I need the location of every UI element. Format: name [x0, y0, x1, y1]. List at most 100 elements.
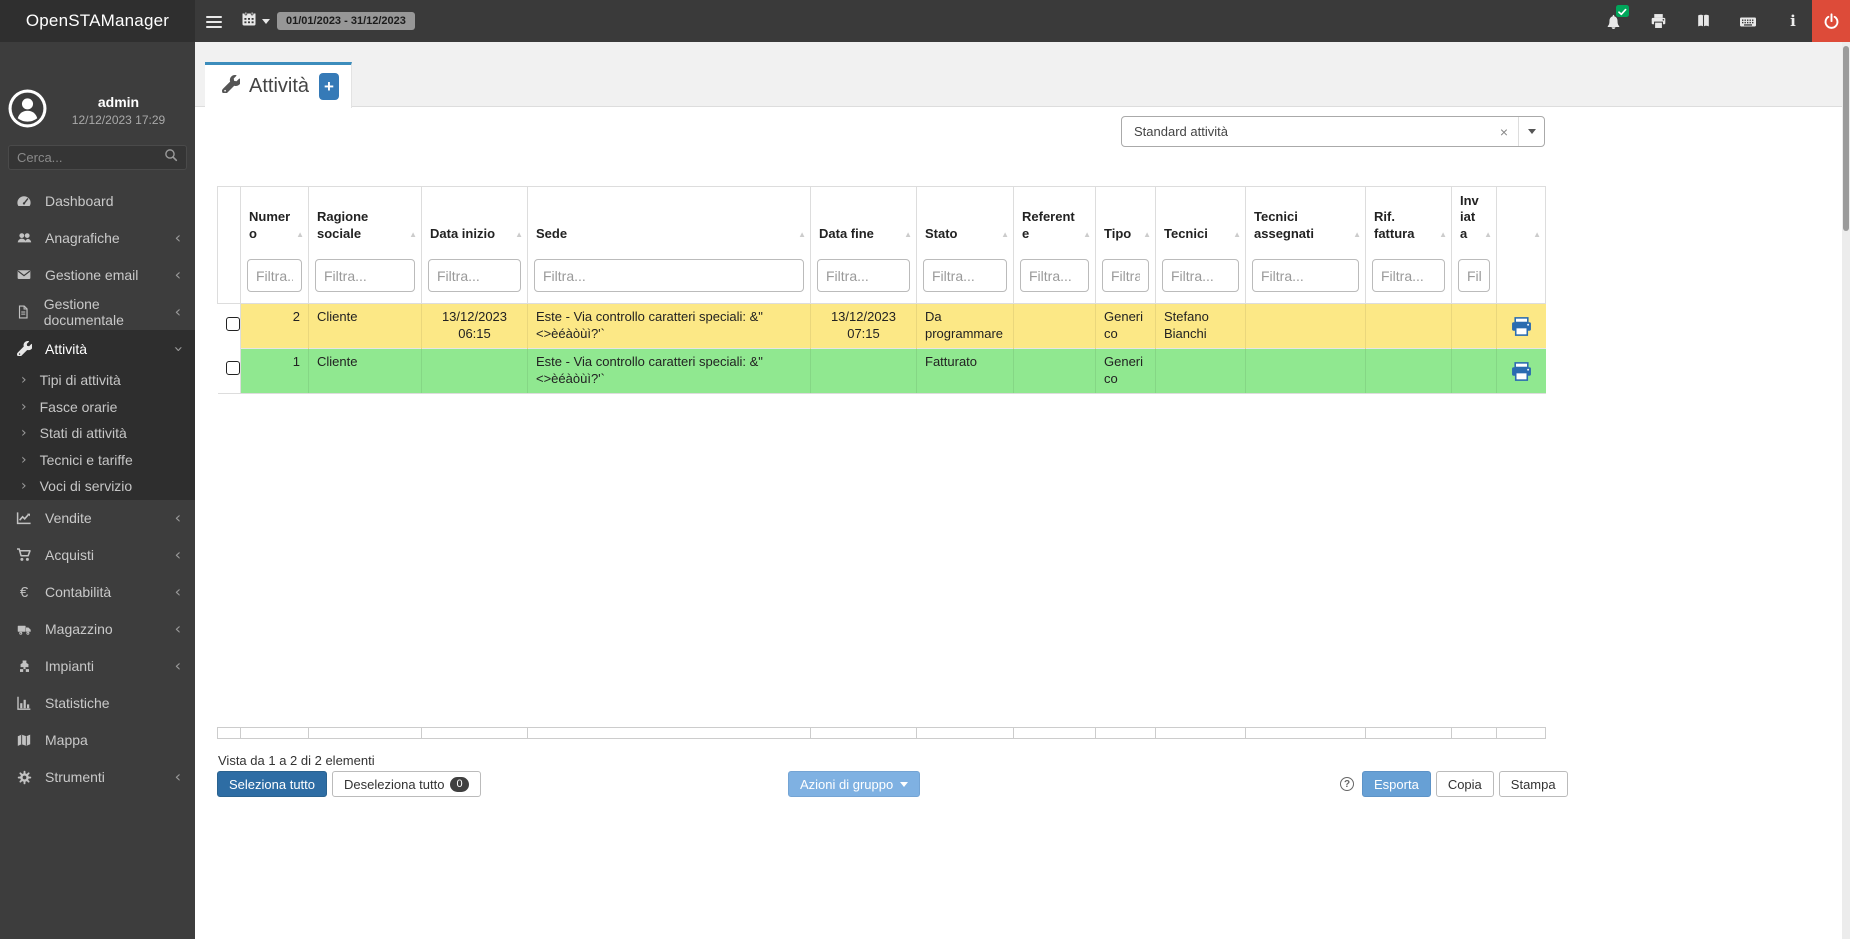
- cell-data-inizio: 13/12/2023 06:15: [421, 303, 528, 349]
- sidebar-item-tipi-di-attivita[interactable]: › Tipi di attività: [0, 367, 195, 394]
- cell-data-fine: [810, 348, 917, 394]
- column-header-data-fine[interactable]: Data fine ▲: [810, 185, 917, 248]
- column-header-stato[interactable]: Stato ▲: [916, 185, 1014, 248]
- column-header-inviata[interactable]: Inviata ▲: [1451, 185, 1497, 248]
- euro-icon: €: [19, 583, 29, 601]
- column-header-tipo[interactable]: Tipo ▲: [1095, 185, 1156, 248]
- file-icon: [14, 304, 33, 320]
- export-actions: ? Esporta Copia Stampa: [1340, 771, 1568, 797]
- documentation-book-icon[interactable]: [1694, 12, 1712, 30]
- sidebar-item-fasce-orarie[interactable]: › Fasce orarie: [0, 394, 195, 421]
- attivita-submenu: › Tipi di attività › Fasce orarie › Stati d…: [0, 367, 195, 500]
- map-icon: [14, 733, 34, 748]
- column-header-sede[interactable]: Sede ▲: [527, 185, 811, 248]
- select-column-header: [217, 185, 241, 248]
- gear-icon: [14, 770, 34, 785]
- filter-input-sede[interactable]: [534, 259, 804, 292]
- chevron-right-icon: ›: [21, 398, 27, 415]
- chevron-down-icon: ‹: [167, 345, 187, 352]
- sidebar-item-acquisti[interactable]: Acquisti ‹: [0, 537, 195, 574]
- date-range-badge[interactable]: 01/01/2023 - 31/12/2023: [277, 12, 415, 30]
- sidebar-item-dashboard[interactable]: Dashboard: [0, 182, 195, 219]
- logout-power-button[interactable]: [1812, 0, 1850, 42]
- sidebar-item-attivita[interactable]: Attività ‹: [0, 330, 195, 367]
- sidebar-item-impianti[interactable]: Impianti ‹: [0, 648, 195, 685]
- app-logo: OpenSTAManager: [0, 0, 195, 42]
- sidebar-item-magazzino[interactable]: Magazzino ‹: [0, 611, 195, 648]
- sidebar-item-strumenti[interactable]: Strumenti ‹: [0, 759, 195, 796]
- chevron-right-icon: ›: [21, 451, 27, 468]
- column-header-rif-fattura[interactable]: Rif. fattura ▲: [1365, 185, 1452, 248]
- sidebar-item-gestione-email[interactable]: Gestione email ‹: [0, 256, 195, 293]
- column-header-tecnici-assegnati[interactable]: Tecnici assegnati ▲: [1245, 185, 1366, 248]
- menu-toggle-icon[interactable]: [206, 13, 224, 29]
- sort-icon: ▲: [296, 229, 304, 239]
- row-checkbox[interactable]: [225, 361, 240, 376]
- export-button[interactable]: Esporta: [1362, 771, 1431, 797]
- search-icon[interactable]: [164, 148, 178, 167]
- filter-input-data-inizio[interactable]: [428, 259, 521, 292]
- add-record-button[interactable]: +: [319, 73, 339, 100]
- filter-input-inviata[interactable]: [1458, 259, 1490, 292]
- column-header-referente[interactable]: Referente ▲: [1013, 185, 1096, 248]
- select-all-button[interactable]: Seleziona tutto: [217, 771, 328, 797]
- column-header-numero[interactable]: Numero ▲: [240, 185, 309, 248]
- column-header-ragione-sociale[interactable]: Ragione sociale ▲: [308, 185, 422, 248]
- sidebar-item-mappa[interactable]: Mappa: [0, 722, 195, 759]
- column-header-tecnici[interactable]: Tecnici ▲: [1155, 185, 1246, 248]
- row-checkbox[interactable]: [225, 316, 240, 331]
- cell-ragione-sociale: Cliente: [308, 348, 422, 394]
- records-table: Numero ▲ Ragione sociale ▲ Data inizio ▲ Se…: [217, 185, 1546, 394]
- filter-input-tecnici-assegnati[interactable]: [1252, 259, 1359, 292]
- cell-tecnici-assegnati: [1245, 348, 1366, 394]
- saved-filter-select[interactable]: Standard attività ×: [1121, 116, 1545, 147]
- calendar-picker[interactable]: [241, 11, 270, 32]
- sort-icon: ▲: [1533, 229, 1541, 239]
- group-actions-button[interactable]: Azioni di gruppo: [788, 771, 921, 797]
- filter-input-numero[interactable]: [247, 259, 302, 292]
- sidebar-item-contabilita[interactable]: € Contabilità ‹: [0, 574, 195, 611]
- filter-input-ragione-sociale[interactable]: [315, 259, 415, 292]
- print-row-button[interactable]: [1511, 362, 1532, 386]
- filter-input-referente[interactable]: [1020, 259, 1089, 292]
- sidebar-item-voci-di-servizio[interactable]: › Voci di servizio: [0, 473, 195, 500]
- shortcuts-keyboard-icon[interactable]: [1739, 12, 1757, 30]
- print-icon[interactable]: [1649, 12, 1667, 30]
- filter-input-rif-fattura[interactable]: [1372, 259, 1445, 292]
- help-icon[interactable]: ?: [1340, 777, 1354, 791]
- filter-input-stato[interactable]: [923, 259, 1007, 292]
- sort-icon: ▲: [409, 229, 417, 239]
- filter-input-tecnici[interactable]: [1162, 259, 1239, 292]
- cell-stato: Da programmare: [916, 303, 1014, 349]
- copy-button[interactable]: Copia: [1435, 771, 1494, 797]
- notifications-bell-icon[interactable]: [1604, 5, 1629, 30]
- clear-selection-icon[interactable]: ×: [1490, 124, 1518, 140]
- select-dropdown-arrow[interactable]: [1518, 117, 1544, 146]
- chevron-left-icon: ‹: [174, 767, 181, 786]
- cell-data-inizio: [421, 348, 528, 394]
- filter-input-data-fine[interactable]: [817, 259, 910, 292]
- sidebar-item-anagrafiche[interactable]: Anagrafiche ‹: [0, 219, 195, 256]
- search-input[interactable]: [17, 150, 164, 165]
- sidebar-item-tecnici-e-tariffe[interactable]: › Tecnici e tariffe: [0, 447, 195, 474]
- chevron-left-icon: ‹: [174, 508, 181, 527]
- tab-attivita[interactable]: Attività +: [205, 62, 352, 108]
- filter-row: [217, 247, 1546, 305]
- print-row-button[interactable]: [1511, 317, 1532, 341]
- scrollbar-thumb[interactable]: [1843, 46, 1849, 231]
- calendar-icon: [241, 11, 257, 32]
- results-summary: Vista da 1 a 2 di 2 elementi: [218, 753, 375, 768]
- deselect-all-button[interactable]: Deseleziona tutto 0: [332, 771, 481, 797]
- info-icon[interactable]: i: [1784, 12, 1802, 30]
- column-header-data-inizio[interactable]: Data inizio ▲: [421, 185, 528, 248]
- chevron-left-icon: ‹: [174, 264, 181, 284]
- chevron-right-icon: ›: [21, 478, 27, 495]
- filter-input-tipo[interactable]: [1102, 259, 1149, 292]
- sidebar-item-vendite[interactable]: Vendite ‹: [0, 500, 195, 537]
- users-icon: [14, 230, 34, 246]
- sidebar-item-statistiche[interactable]: Statistiche: [0, 685, 195, 722]
- print-button[interactable]: Stampa: [1498, 771, 1568, 797]
- sidebar-item-stati-di-attivita[interactable]: › Stati di attività: [0, 420, 195, 447]
- wrench-icon: [222, 74, 241, 98]
- sidebar-item-gestione-documentale[interactable]: Gestione documentale ‹: [0, 293, 195, 330]
